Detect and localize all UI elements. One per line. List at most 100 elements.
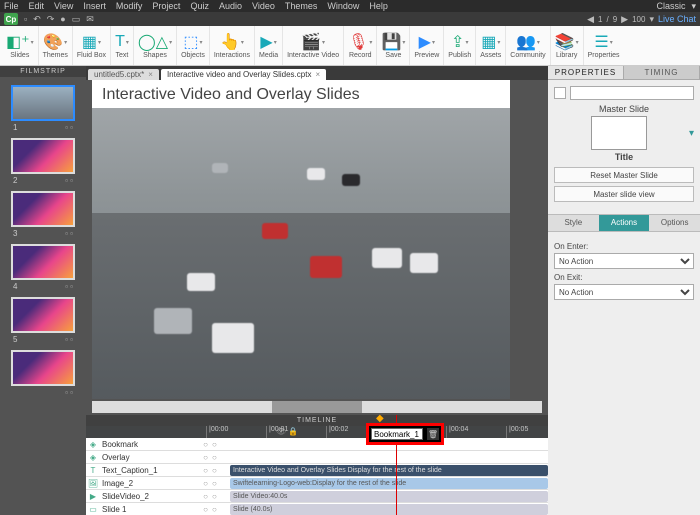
lock-icon[interactable]: 🔒 [288, 427, 298, 436]
subtab-options[interactable]: Options [649, 215, 700, 231]
filmstrip-thumb[interactable]: 3▫ ▫ [11, 191, 75, 240]
ruler-tick: |00:02 [326, 426, 348, 438]
mail-icon[interactable]: ✉ [86, 14, 94, 25]
ribbon-shapes[interactable]: ◯△▾Shapes [134, 26, 177, 65]
subtab-actions[interactable]: Actions [599, 215, 650, 231]
filmstrip-thumbs[interactable]: 1▫ ▫2▫ ▫3▫ ▫4▫ ▫5▫ ▫▫ ▫ [0, 77, 86, 515]
app-logo: Cp [4, 13, 18, 25]
track-image-2[interactable]: 🖼Image_2○○Swiftelearning-Logo-web:Displa… [86, 477, 548, 490]
timeline-ruler[interactable]: 👁 🔒 🗑 |00:00|00:01|00:02|00:03|00:04|00:… [86, 426, 548, 438]
ribbon-library[interactable]: 📚▾Library [551, 26, 584, 65]
doc-tab[interactable]: untitled5.cptx*× [88, 69, 159, 80]
menubar: File Edit View Insert Modify Project Qui… [0, 0, 700, 12]
ruler-tick: |00:04 [446, 426, 468, 438]
track-bookmark[interactable]: ◈Bookmark○○ [86, 438, 548, 451]
on-enter-label: On Enter: [554, 242, 694, 251]
ribbon-slides[interactable]: ◧⁺▾Slides [2, 26, 39, 65]
menu-insert[interactable]: Insert [83, 1, 106, 11]
menu-modify[interactable]: Modify [116, 1, 143, 11]
ribbon-media[interactable]: ▶▾Media [255, 26, 283, 65]
menu-quiz[interactable]: Quiz [190, 1, 209, 11]
filmstrip-thumb[interactable]: 2▫ ▫ [11, 138, 75, 187]
undo-icon[interactable]: ↶ [33, 14, 41, 25]
ribbon-publish[interactable]: ⇪▾Publish [444, 26, 476, 65]
close-icon[interactable]: × [315, 70, 320, 79]
color-swatch[interactable] [554, 87, 566, 99]
ribbon-interactions[interactable]: 👆▾Interactions [210, 26, 255, 65]
subtab-style[interactable]: Style [548, 215, 599, 231]
ribbon-themes[interactable]: 🎨▾Themes [39, 26, 73, 65]
menu-project[interactable]: Project [152, 1, 180, 11]
menu-help[interactable]: Help [369, 1, 388, 11]
reset-master-button[interactable]: Reset Master Slide [554, 167, 694, 183]
live-chat-link[interactable]: Live Chat [658, 14, 696, 24]
quick-access-toolbar: Cp ▫ ↶ ↷ ● ▭ ✉ ◀ 1 / 9 ▶ 100 ▾ Live Chat [0, 12, 700, 26]
ribbon-save[interactable]: 💾▾Save [377, 26, 410, 65]
center-area: untitled5.cptx*×Interactive video and Ov… [86, 66, 548, 515]
master-dropdown-icon[interactable]: ▾ [689, 128, 694, 139]
menu-edit[interactable]: Edit [29, 1, 45, 11]
bookmark-delete-icon[interactable]: 🗑 [427, 428, 439, 440]
close-icon[interactable]: × [148, 70, 153, 79]
doc-tab[interactable]: Interactive video and Overlay Slides.cpt… [161, 69, 326, 80]
page-sep: / [606, 15, 608, 24]
ruler-tick: |00:01 [266, 426, 288, 438]
properties-panel: PROPERTIES TIMING Master Slide ▾ Title R… [548, 66, 700, 515]
ribbon-preview[interactable]: ▶▾Preview [410, 26, 444, 65]
canvas[interactable]: Interactive Video and Overlay Slides [86, 80, 548, 399]
on-exit-select[interactable]: No Action [554, 284, 694, 300]
ribbon-community[interactable]: 👥▾Community [506, 26, 550, 65]
filmstrip-thumb[interactable]: 4▫ ▫ [11, 244, 75, 293]
record-icon[interactable]: ● [60, 14, 65, 24]
save-icon[interactable]: ▫ [24, 14, 27, 24]
ribbon-fluid-box[interactable]: ▦▾Fluid Box [73, 26, 111, 65]
menu-audio[interactable]: Audio [219, 1, 242, 11]
timeline-tracks: ◆ ◈Bookmark○○◈Overlay○○TText_Caption_1○○… [86, 438, 548, 515]
slide[interactable]: Interactive Video and Overlay Slides [92, 80, 510, 399]
menu-video[interactable]: Video [252, 1, 275, 11]
track-overlay[interactable]: ◈Overlay○○ [86, 451, 548, 464]
track-slidevideo-2[interactable]: ▶SlideVideo_2○○Slide Video:40.0s [86, 490, 548, 503]
ribbon-properties[interactable]: ☰▾Properties [584, 26, 624, 65]
ribbon-record[interactable]: 🎙▾Record [344, 26, 377, 65]
filmstrip-thumb[interactable]: 1▫ ▫ [11, 85, 75, 134]
workspace-selector[interactable]: Classic ▾ [656, 1, 696, 12]
on-enter-select[interactable]: No Action [554, 253, 694, 269]
master-title-label: Title [554, 152, 694, 162]
timeline-panel: TIMELINE 👁 🔒 🗑 |00:00|00:01|00:02|00:03|… [86, 415, 548, 515]
menu-themes[interactable]: Themes [285, 1, 318, 11]
slide-title: Interactive Video and Overlay Slides [92, 80, 510, 108]
filmstrip-header: FILMSTRIP [0, 66, 86, 77]
master-slide-thumb[interactable] [591, 116, 647, 150]
tab-properties[interactable]: PROPERTIES [548, 66, 624, 79]
page-current: 1 [598, 15, 602, 24]
track-text-caption-1[interactable]: TText_Caption_1○○Interactive Video and O… [86, 464, 548, 477]
on-exit-label: On Exit: [554, 273, 694, 282]
ribbon-interactive-video[interactable]: 🎬▾Interactive Video [283, 26, 344, 65]
redo-icon[interactable]: ↷ [47, 14, 55, 25]
zoom-dropdown-icon[interactable]: ▾ [649, 14, 654, 25]
ribbon-objects[interactable]: ⬚▾Objects [177, 26, 210, 65]
master-view-button[interactable]: Master slide view [554, 186, 694, 202]
timeline-header: TIMELINE [86, 415, 548, 426]
canvas-h-scrollbar[interactable] [92, 401, 542, 413]
menu-window[interactable]: Window [327, 1, 359, 11]
slide-name-input[interactable] [570, 86, 694, 100]
next-slide-icon[interactable]: ▶ [621, 14, 628, 25]
ribbon-assets[interactable]: ▦▾Assets [476, 26, 506, 65]
tab-timing[interactable]: TIMING [624, 66, 700, 79]
slide-video-frame [92, 108, 510, 399]
ribbon-toolbar: ◧⁺▾Slides🎨▾Themes▦▾Fluid BoxT▾Text◯△▾Sha… [0, 26, 700, 66]
ribbon-text[interactable]: T▾Text [111, 26, 134, 65]
filmstrip-thumb[interactable]: ▫ ▫ [11, 350, 75, 399]
playhead[interactable] [396, 438, 397, 515]
track-slide-1[interactable]: ▭Slide 1○○Slide (40.0s) [86, 503, 548, 515]
master-slide-label: Master Slide [554, 104, 694, 114]
menu-file[interactable]: File [4, 1, 19, 11]
preview-icon[interactable]: ▭ [72, 14, 81, 25]
filmstrip-thumb[interactable]: 5▫ ▫ [11, 297, 75, 346]
prev-slide-icon[interactable]: ◀ [587, 14, 594, 25]
bookmark-name-input[interactable] [371, 428, 423, 440]
filmstrip-panel: FILMSTRIP 1▫ ▫2▫ ▫3▫ ▫4▫ ▫5▫ ▫▫ ▫ [0, 66, 86, 515]
menu-view[interactable]: View [54, 1, 73, 11]
